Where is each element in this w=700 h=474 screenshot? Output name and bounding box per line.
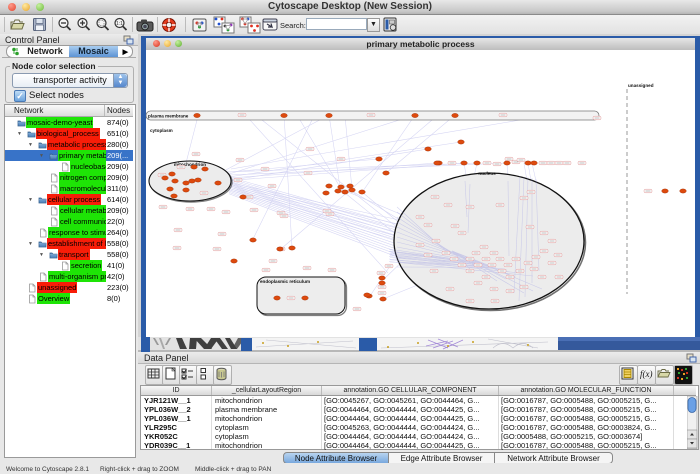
svg-text:unassigned: unassigned [628,83,654,88]
svg-text:plasma membrane: plasma membrane [148,114,189,119]
svg-text:endoplasmic reticulum: endoplasmic reticulum [260,279,310,284]
svg-text:f(x): f(x) [640,369,653,379]
svg-text:cytoplasm: cytoplasm [150,128,173,133]
svg-text:nucleus: nucleus [478,171,496,176]
svg-text:1:1: 1:1 [116,21,123,27]
